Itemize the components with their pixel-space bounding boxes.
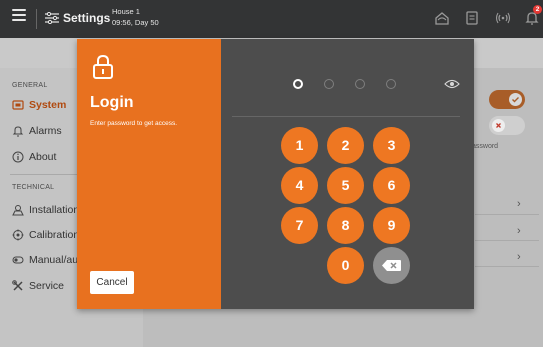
keypad-key-2[interactable]: 2 bbox=[327, 127, 364, 164]
sidebar-item-label: Manual/au bbox=[29, 254, 79, 266]
signal-icon[interactable] bbox=[495, 10, 511, 26]
keypad-key-0[interactable]: 0 bbox=[327, 247, 364, 284]
keypad-key-9[interactable]: 9 bbox=[373, 207, 410, 244]
bell-icon bbox=[12, 126, 24, 137]
keypad-key-5[interactable]: 5 bbox=[327, 167, 364, 204]
backspace-button[interactable] bbox=[373, 247, 410, 284]
pin-dot bbox=[293, 79, 303, 89]
toggle-switch-on[interactable] bbox=[489, 90, 525, 109]
toggle-knob bbox=[492, 119, 505, 132]
chevron-right-icon: › bbox=[517, 251, 521, 263]
sidebar-item-label: Service bbox=[29, 280, 65, 292]
chevron-right-icon: › bbox=[517, 225, 521, 237]
keypad-key-8[interactable]: 8 bbox=[327, 207, 364, 244]
chevron-right-icon: › bbox=[517, 198, 521, 210]
keypad-key-3[interactable]: 3 bbox=[373, 127, 410, 164]
top-bar: Settings House 1 09:56, Day 50 2 bbox=[0, 0, 543, 38]
notification-badge: 2 bbox=[533, 5, 542, 14]
login-panel: Login Enter password to get access. Canc… bbox=[77, 39, 221, 309]
keypad-key-6[interactable]: 6 bbox=[373, 167, 410, 204]
sidebar-item-label: About bbox=[29, 151, 57, 163]
sliders-icon bbox=[45, 12, 59, 24]
cancel-button[interactable]: Cancel bbox=[90, 271, 134, 294]
toggle-knob bbox=[509, 93, 522, 106]
sidebar-group-technical: TECHNICAL bbox=[12, 184, 55, 191]
calibration-icon bbox=[12, 229, 24, 241]
system-icon bbox=[12, 100, 24, 110]
house-name: House 1 bbox=[112, 7, 140, 16]
settings-row[interactable] bbox=[475, 243, 539, 267]
tools-icon bbox=[12, 280, 23, 291]
sidebar-item-label: Installation bbox=[29, 204, 80, 216]
sidebar-group-general: GENERAL bbox=[12, 82, 48, 89]
house-icon[interactable] bbox=[434, 10, 450, 26]
eye-icon[interactable] bbox=[444, 79, 460, 89]
pin-dot bbox=[386, 79, 396, 89]
sidebar-item-label: Alarms bbox=[29, 125, 62, 137]
close-icon bbox=[496, 123, 501, 128]
password-note: assword bbox=[472, 143, 499, 150]
check-icon bbox=[512, 97, 519, 103]
keypad-key-4[interactable]: 4 bbox=[281, 167, 318, 204]
login-title: Login bbox=[90, 94, 134, 111]
login-instructions: Enter password to get access. bbox=[90, 120, 178, 127]
login-dialog: Login Enter password to get access. Canc… bbox=[77, 39, 474, 309]
info-icon bbox=[12, 151, 24, 163]
pin-dot bbox=[324, 79, 334, 89]
manual-icon bbox=[12, 256, 24, 264]
settings-row[interactable] bbox=[475, 217, 539, 241]
sidebar-item-label: System bbox=[29, 99, 67, 111]
house-time-day: 09:56, Day 50 bbox=[112, 18, 159, 27]
topbar-divider bbox=[36, 9, 37, 29]
pin-dot bbox=[355, 79, 365, 89]
installation-icon bbox=[12, 205, 24, 216]
menu-icon[interactable] bbox=[12, 9, 26, 21]
settings-row[interactable] bbox=[475, 191, 539, 215]
backspace-icon bbox=[382, 260, 401, 271]
sidebar-item-label: Calibration bbox=[29, 229, 80, 241]
keypad-key-1[interactable]: 1 bbox=[281, 127, 318, 164]
clipboard-icon[interactable] bbox=[464, 10, 480, 26]
pin-divider bbox=[232, 116, 460, 117]
keypad-key-7[interactable]: 7 bbox=[281, 207, 318, 244]
page-title: Settings bbox=[63, 11, 111, 25]
lock-icon bbox=[93, 54, 113, 79]
keypad-panel: 1 2 3 4 5 6 7 8 9 0 bbox=[221, 39, 474, 309]
toggle-switch-off[interactable] bbox=[489, 116, 525, 135]
